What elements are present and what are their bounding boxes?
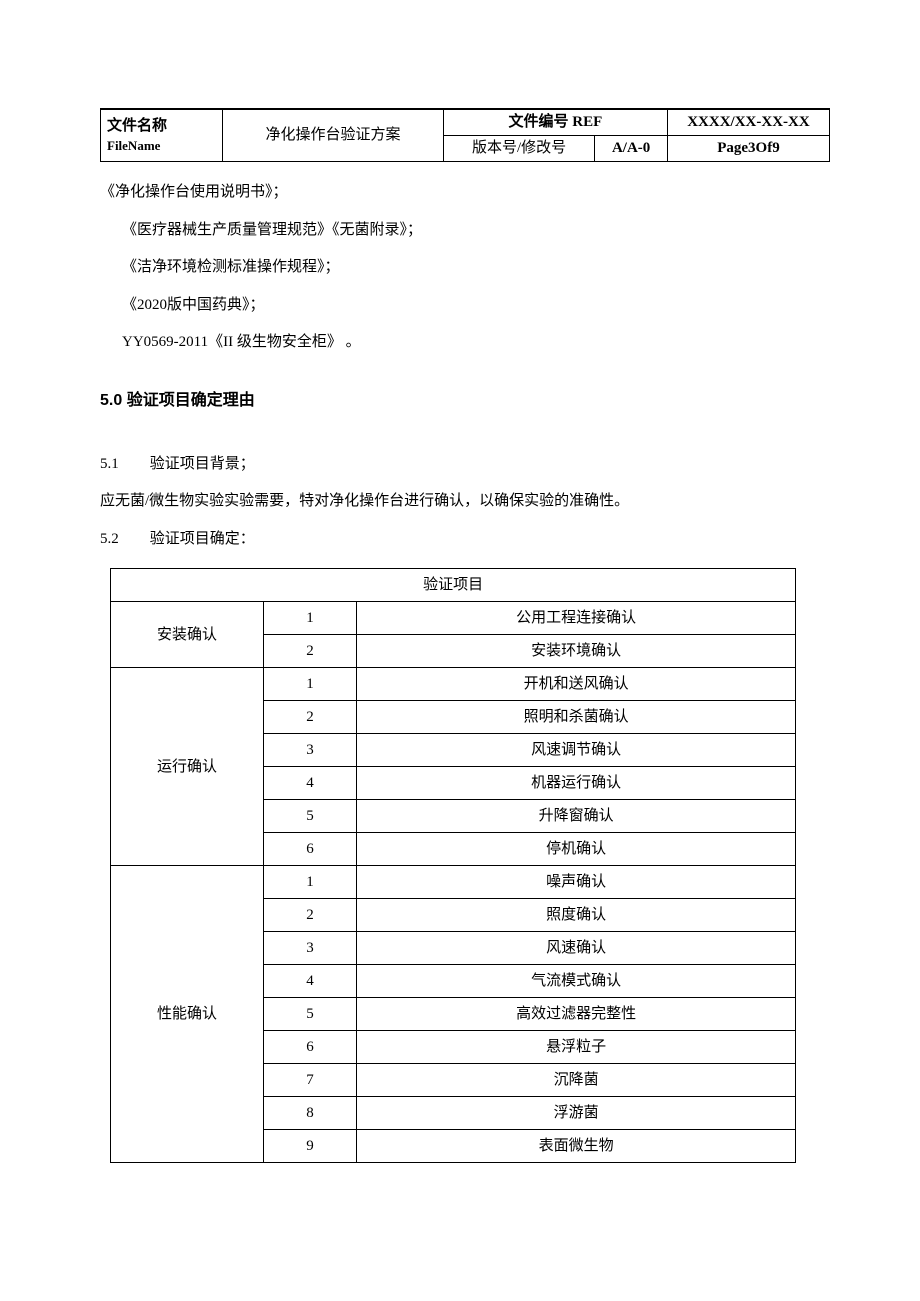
reference-item: YY0569-2011《II 级生物安全柜》 。	[122, 324, 830, 362]
item-text-cell: 风速确认	[357, 932, 796, 965]
item-text-cell: 表面微生物	[357, 1130, 796, 1163]
document-title: 净化操作台验证方案	[266, 127, 401, 143]
item-text-cell: 悬浮粒子	[357, 1031, 796, 1064]
table-row: 安装确认1公用工程连接确认	[111, 602, 796, 635]
item-number-cell: 4	[264, 965, 357, 998]
item-text-cell: 安装环境确认	[357, 635, 796, 668]
reference-item: 《洁净环境检测标准操作规程》；	[122, 249, 830, 287]
reference-item: 《净化操作台使用说明书》；	[100, 174, 830, 212]
page-info: Page3Of9	[717, 140, 779, 156]
item-text-cell: 照明和杀菌确认	[357, 701, 796, 734]
item-number-cell: 2	[264, 635, 357, 668]
item-number-cell: 6	[264, 833, 357, 866]
item-text-cell: 停机确认	[357, 833, 796, 866]
category-cell: 安装确认	[111, 602, 264, 668]
item-number-cell: 1	[264, 866, 357, 899]
item-text-cell: 风速调节确认	[357, 734, 796, 767]
ref-label: 文件编号 REF	[508, 114, 602, 130]
item-text-cell: 气流模式确认	[357, 965, 796, 998]
item-number-cell: 6	[264, 1031, 357, 1064]
header-ref-label-cell: 文件编号 REF	[443, 109, 667, 136]
header-page-info-cell: Page3Of9	[667, 136, 829, 162]
filename-label-en: FileName	[107, 137, 216, 155]
item-text-cell: 浮游菌	[357, 1097, 796, 1130]
item-text-cell: 开机和送风确认	[357, 668, 796, 701]
item-number-cell: 1	[264, 602, 357, 635]
item-text-cell: 噪声确认	[357, 866, 796, 899]
page: 文件名称 FileName 净化操作台验证方案 文件编号 REF XXXX/XX…	[0, 0, 920, 1301]
references-block: 《净化操作台使用说明书》； 《医疗器械生产质量管理规范》《无菌附录》； 《洁净环…	[100, 174, 830, 362]
reference-item: 《医疗器械生产质量管理规范》《无菌附录》；	[122, 212, 830, 250]
header-version-label-cell: 版本号/修改号	[443, 136, 594, 162]
item-number-cell: 3	[264, 932, 357, 965]
item-number-cell: 7	[264, 1064, 357, 1097]
filename-label-cn: 文件名称	[107, 116, 216, 137]
table-row: 性能确认1噪声确认	[111, 866, 796, 899]
item-number-cell: 1	[264, 668, 357, 701]
item-number-cell: 5	[264, 800, 357, 833]
reference-item: 《2020版中国药典》；	[122, 287, 830, 325]
item-text-cell: 照度确认	[357, 899, 796, 932]
item-number-cell: 3	[264, 734, 357, 767]
ref-value: XXXX/XX-XX-XX	[687, 114, 809, 130]
header-ref-value-cell: XXXX/XX-XX-XX	[667, 109, 829, 136]
verification-items-table: 验证项目 安装确认1公用工程连接确认2安装环境确认运行确认1开机和送风确认2照明…	[110, 568, 796, 1163]
item-number-cell: 2	[264, 899, 357, 932]
item-number-cell: 9	[264, 1130, 357, 1163]
item-number-cell: 5	[264, 998, 357, 1031]
header-filename-label-cell: 文件名称 FileName	[101, 109, 223, 162]
item-text-cell: 升降窗确认	[357, 800, 796, 833]
subsection-title-text: 验证项目确定：	[150, 531, 255, 547]
item-number-cell: 8	[264, 1097, 357, 1130]
document-header-table: 文件名称 FileName 净化操作台验证方案 文件编号 REF XXXX/XX…	[100, 108, 830, 162]
item-number-cell: 2	[264, 701, 357, 734]
subsection-5-1-body: 应无菌/微生物实验实验需要，特对净化操作台进行确认，以确保实验的准确性。	[100, 483, 830, 521]
subsection-5-1-title: 5.1 验证项目背景；	[100, 446, 830, 484]
item-number-cell: 4	[264, 767, 357, 800]
subsection-title-text: 验证项目背景；	[150, 456, 255, 472]
item-text-cell: 沉降菌	[357, 1064, 796, 1097]
section-5-heading: 5.0 验证项目确定理由	[100, 386, 830, 410]
subsection-5-2-title: 5.2 验证项目确定：	[100, 521, 830, 559]
item-text-cell: 公用工程连接确认	[357, 602, 796, 635]
header-version-value-cell: A/A-0	[595, 136, 668, 162]
category-cell: 运行确认	[111, 668, 264, 866]
version-label: 版本号/修改号	[472, 140, 566, 156]
header-title-cell: 净化操作台验证方案	[223, 109, 444, 162]
table-row: 运行确认1开机和送风确认	[111, 668, 796, 701]
category-cell: 性能确认	[111, 866, 264, 1163]
subsection-number: 5.1	[100, 446, 146, 484]
version-value: A/A-0	[612, 140, 650, 156]
item-text-cell: 高效过滤器完整性	[357, 998, 796, 1031]
item-text-cell: 机器运行确认	[357, 767, 796, 800]
subsection-number: 5.2	[100, 521, 146, 559]
table-caption: 验证项目	[111, 569, 796, 602]
